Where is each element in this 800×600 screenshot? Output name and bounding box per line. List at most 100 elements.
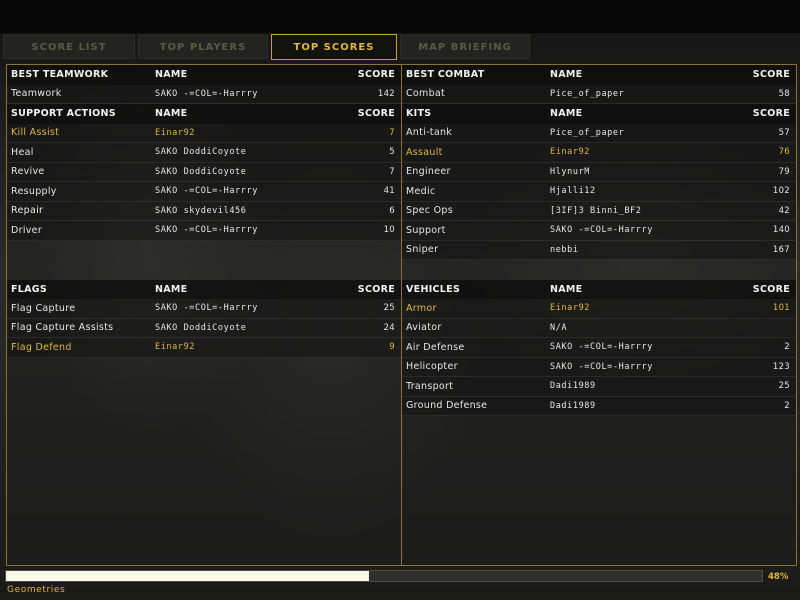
award-label: Ground Defense: [406, 400, 488, 412]
score-row: Sniper nebbi 167: [402, 240, 796, 260]
award-score: 102: [772, 186, 790, 197]
award-label: Aviator: [406, 322, 442, 334]
column-header-score: SCORE: [357, 69, 395, 81]
section-title: VEHICLES: [406, 283, 461, 295]
award-score: 7: [389, 166, 395, 177]
award-score: 6: [389, 205, 395, 216]
award-score: 42: [778, 205, 790, 216]
loading-status-text: Geometries: [7, 585, 66, 595]
section-header: FLAGS NAME SCORE: [7, 279, 401, 299]
section-title: BEST COMBAT: [406, 69, 485, 81]
player-name: SAKO -=COL=-Harrry: [550, 361, 653, 372]
section-header: BEST COMBAT NAME SCORE: [402, 65, 796, 85]
award-label: Kill Assist: [11, 127, 60, 139]
award-score: 123: [772, 361, 790, 372]
empty-row: [7, 240, 401, 260]
section-title: BEST TEAMWORK: [11, 69, 109, 81]
award-label: Flag Defend: [11, 341, 72, 353]
column-header-score: SCORE: [357, 108, 395, 120]
tab-map-briefing[interactable]: MAP BRIEFING: [400, 35, 530, 59]
empty-row: [402, 260, 796, 280]
score-row: Combat Pice_of_paper 58: [402, 84, 796, 104]
section-header: SUPPORT ACTIONS NAME SCORE: [7, 104, 401, 124]
loading-progress-bar: [5, 570, 763, 582]
award-label: Heal: [11, 146, 34, 158]
player-name: SAKO -=COL=-Harrry: [155, 225, 258, 236]
award-score: 5: [389, 147, 395, 158]
score-row: Heal SAKO DoddiCoyote 5: [7, 143, 401, 163]
score-row: Air Defense SAKO -=COL=-Harrry 2: [402, 338, 796, 358]
award-score: 10: [383, 225, 395, 236]
award-label: Resupply: [11, 185, 57, 197]
award-score: 41: [383, 186, 395, 197]
award-label: Combat: [406, 88, 446, 100]
player-name: [3IF]3 Binni_BF2: [550, 205, 642, 216]
player-name: SAKO DoddiCoyote: [155, 166, 247, 177]
score-row: Medic Hjalli12 102: [402, 182, 796, 202]
player-name: SAKO -=COL=-Harrry: [155, 186, 258, 197]
score-row: Anti-tank Pice_of_paper 57: [402, 123, 796, 143]
column-header-name: NAME: [550, 69, 583, 81]
award-label: Air Defense: [406, 341, 465, 353]
tab-top-players[interactable]: TOP PLAYERS: [138, 35, 268, 59]
score-row: Flag Capture SAKO -=COL=-Harrry 25: [7, 299, 401, 319]
score-row: Transport Dadi1989 25: [402, 377, 796, 397]
score-row: Revive SAKO DoddiCoyote 7: [7, 162, 401, 182]
player-name: Einar92: [550, 147, 591, 158]
player-name: Einar92: [155, 342, 196, 353]
player-name: Dadi1989: [550, 381, 596, 392]
award-score: 24: [383, 322, 395, 333]
score-row: Support SAKO -=COL=-Harrry 140: [402, 221, 796, 241]
player-name: SAKO -=COL=-Harrry: [155, 88, 258, 99]
award-label: Armor: [406, 302, 437, 314]
section-title: SUPPORT ACTIONS: [11, 108, 116, 120]
award-score: 58: [778, 88, 790, 99]
column-header-name: NAME: [550, 283, 583, 295]
score-row: Spec Ops [3IF]3 Binni_BF2 42: [402, 201, 796, 221]
top-strip: [0, 0, 800, 33]
award-label: Transport: [406, 380, 454, 392]
award-label: Revive: [11, 166, 45, 178]
score-row: Kill Assist Einar92 7: [7, 123, 401, 143]
player-name: Pice_of_paper: [550, 88, 625, 99]
award-label: Engineer: [406, 166, 451, 178]
left-column: BEST TEAMWORK NAME SCORE Teamwork SAKO -=COL…: [7, 65, 401, 358]
award-label: Sniper: [406, 244, 439, 256]
award-label: Repair: [11, 205, 44, 217]
player-name: Dadi1989: [550, 400, 596, 411]
section-title: KITS: [406, 108, 432, 120]
player-name: SAKO -=COL=-Harrry: [155, 303, 258, 314]
score-row: Helicopter SAKO -=COL=-Harrry 123: [402, 357, 796, 377]
player-name: Einar92: [155, 127, 196, 138]
award-label: Flag Capture Assists: [11, 322, 114, 334]
award-score: 2: [784, 400, 790, 411]
column-header-score: SCORE: [752, 108, 790, 120]
score-row: Aviator N/A: [402, 318, 796, 338]
award-score: 140: [772, 225, 790, 236]
award-score: 7: [389, 127, 395, 138]
score-row: Assault Einar92 76: [402, 143, 796, 163]
player-name: Hjalli12: [550, 186, 596, 197]
column-header-score: SCORE: [357, 283, 395, 295]
award-label: Support: [406, 224, 446, 236]
award-label: Medic: [406, 185, 436, 197]
score-row: Engineer HlynurM 79: [402, 162, 796, 182]
award-label: Driver: [11, 224, 43, 236]
column-header-name: NAME: [550, 108, 583, 120]
tab-score-list[interactable]: SCORE LIST: [3, 35, 135, 59]
player-name: Pice_of_paper: [550, 127, 625, 138]
award-score: 167: [772, 244, 790, 255]
award-label: Helicopter: [406, 361, 458, 373]
score-row: Teamwork SAKO -=COL=-Harrry 142: [7, 84, 401, 104]
award-score: 2: [784, 342, 790, 353]
player-name: SAKO DoddiCoyote: [155, 147, 247, 158]
award-score: 9: [389, 342, 395, 353]
award-label: Spec Ops: [406, 205, 454, 217]
score-row: Driver SAKO -=COL=-Harrry 10: [7, 221, 401, 241]
player-name: SAKO -=COL=-Harrry: [550, 225, 653, 236]
award-score: 57: [778, 127, 790, 138]
tab-top-scores[interactable]: TOP SCORES: [271, 34, 397, 60]
empty-row: [7, 260, 401, 280]
player-name: SAKO -=COL=-Harrry: [550, 342, 653, 353]
award-score: 101: [772, 303, 790, 314]
